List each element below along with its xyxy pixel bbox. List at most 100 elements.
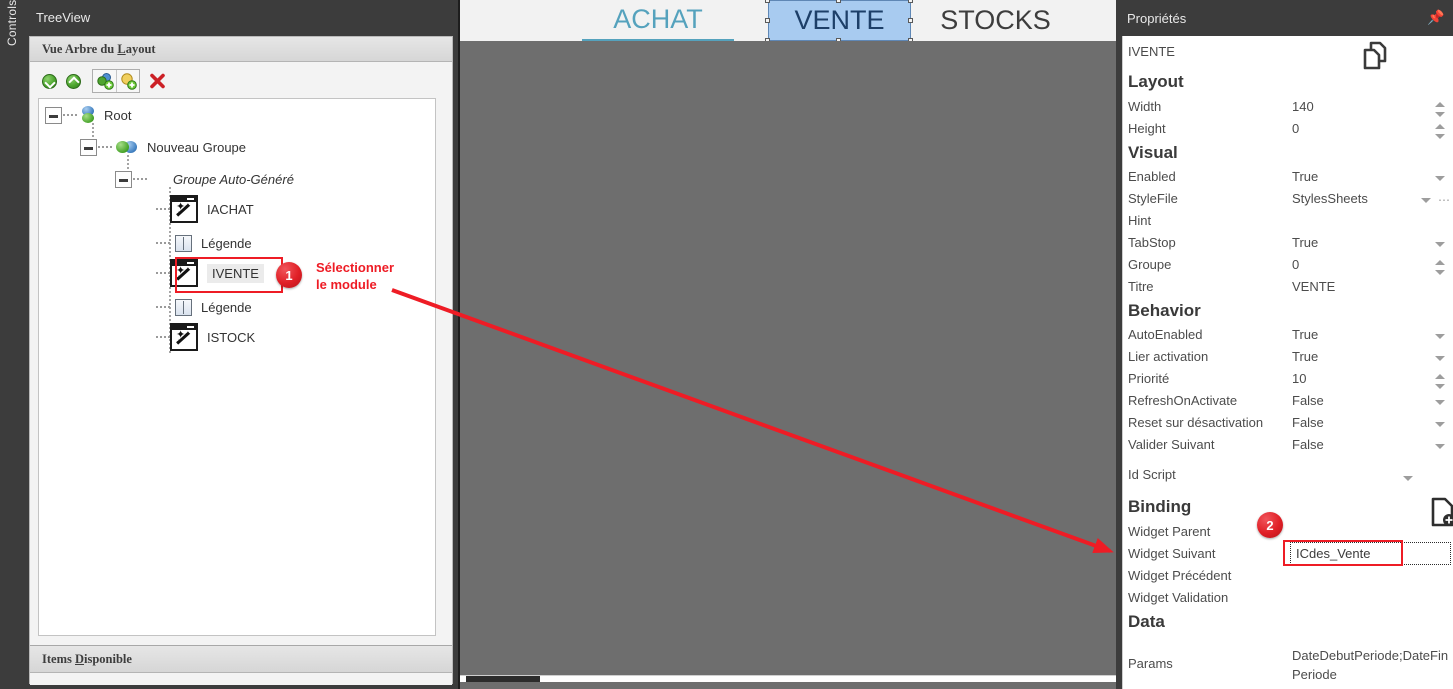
property-value[interactable]: 0 (1292, 257, 1299, 272)
add-group-button[interactable] (93, 70, 116, 92)
property-value[interactable]: False (1292, 415, 1324, 430)
chevron-down-icon[interactable] (1435, 356, 1445, 361)
spinner-control[interactable] (1435, 373, 1445, 390)
property-value[interactable]: True (1292, 349, 1318, 364)
property-row-reset-sur-desactivation[interactable]: Reset sur désactivation False (1123, 415, 1453, 437)
chevron-down-icon[interactable] (1403, 476, 1413, 481)
property-row-lier-activation[interactable]: Lier activation True (1123, 349, 1453, 371)
ellipsis-button[interactable]: ⋯ (1438, 193, 1451, 207)
tree-dash (156, 335, 170, 339)
tree-node-label: ISTOCK (207, 329, 256, 345)
callout-line-1: Sélectionner (316, 260, 395, 275)
collapse-all-button[interactable] (62, 70, 84, 92)
property-group-layout: Layout (1128, 72, 1184, 91)
property-row-widget-precedent[interactable]: Widget Précédent (1123, 568, 1453, 590)
pin-icon[interactable]: 📌 (1427, 10, 1444, 26)
property-row-height[interactable]: Height 0 (1123, 121, 1453, 143)
property-row-hint[interactable]: Hint (1123, 213, 1453, 235)
treeview-dock-panel: TreeView Vue Arbre du Layout Root Nouvea… (24, 0, 458, 689)
property-row-enabled[interactable]: Enabled True (1123, 169, 1453, 191)
property-value-line2[interactable]: Periode (1292, 667, 1337, 682)
property-value[interactable]: True (1292, 235, 1318, 250)
property-value[interactable]: 140 (1292, 99, 1314, 114)
tree-node-nouveau-groupe[interactable]: Nouveau Groupe (80, 131, 246, 163)
expander-toggle[interactable] (80, 138, 97, 156)
property-row-id-script[interactable]: Id Script (1123, 467, 1453, 489)
chevron-down-icon[interactable] (1435, 242, 1445, 247)
property-value-line1[interactable]: DateDebutPeriode;DateFin (1292, 648, 1448, 663)
selection-handle-tr[interactable] (908, 0, 913, 3)
tree-node-istock[interactable]: ✦✦✦ ISTOCK (155, 321, 255, 353)
selected-object-name: IVENTE (1128, 44, 1175, 59)
property-label: Width (1128, 99, 1162, 114)
left-tool-rail: Controls (0, 0, 24, 689)
tree-node-legende[interactable]: Légende (155, 291, 252, 323)
spinner-control[interactable] (1435, 123, 1445, 140)
tree-node-root[interactable]: Root (45, 99, 131, 131)
chevron-down-icon[interactable] (1435, 334, 1445, 339)
property-row-valider-suivant[interactable]: Valider Suivant False (1123, 437, 1453, 459)
controls-rail-label[interactable]: Controls (0, 0, 24, 120)
property-row-tabstop[interactable]: TabStop True (1123, 235, 1453, 257)
layout-tree-section: Vue Arbre du Layout (30, 37, 452, 62)
expander-toggle[interactable] (45, 106, 62, 124)
items-disponible-section: Items Disponible (30, 645, 452, 685)
tab-vente[interactable]: VENTE (768, 0, 911, 41)
tree-node-ivente[interactable]: ✦✦✦ IVENTE (155, 257, 264, 289)
property-value[interactable]: StylesSheets (1292, 191, 1368, 206)
spinner-control[interactable] (1435, 259, 1445, 276)
chevron-down-icon[interactable] (1435, 176, 1445, 181)
property-row-params[interactable]: Params DateDebutPeriode;DateFin Periode (1123, 648, 1453, 686)
property-row-stylefile[interactable]: StyleFile StylesSheets ⋯ (1123, 191, 1453, 213)
property-row-priorite[interactable]: Priorité 10 (1123, 371, 1453, 393)
property-value[interactable]: False (1292, 437, 1324, 452)
tree-node-legende[interactable]: Légende (155, 227, 252, 259)
properties-titlebar: Propriétés 📌 (1116, 0, 1453, 36)
tab-stocks[interactable]: STOCKS (918, 0, 1073, 41)
layout-header-pre: Vue Arbre du (42, 42, 118, 56)
property-row-autoenabled[interactable]: AutoEnabled True (1123, 327, 1453, 349)
selection-handle-tl[interactable] (765, 0, 770, 3)
delete-button[interactable] (146, 70, 168, 92)
items-header-post: isponible (84, 652, 132, 666)
tree-node-groupe-auto-genere[interactable]: Groupe Auto-Généré (115, 163, 294, 195)
property-row-widget-validation[interactable]: Widget Validation (1123, 590, 1453, 612)
chevron-down-icon[interactable] (1435, 444, 1445, 449)
property-value[interactable]: False (1292, 393, 1324, 408)
property-row-refreshonactivate[interactable]: RefreshOnActivate False (1123, 393, 1453, 415)
tree-node-iachat[interactable]: ✦✦✦ IACHAT (155, 193, 254, 225)
property-value[interactable]: True (1292, 327, 1318, 342)
horizontal-scrollbar[interactable] (460, 675, 1118, 682)
widget-suivant-input[interactable]: ICdes_Vente (1290, 542, 1451, 565)
new-script-document-icon[interactable] (1430, 497, 1453, 527)
selection-handle-mr[interactable] (908, 18, 913, 23)
chevron-down-icon[interactable] (1435, 400, 1445, 405)
property-label: TabStop (1128, 235, 1176, 250)
property-value[interactable]: VENTE (1292, 279, 1335, 294)
chevron-down-icon[interactable] (1421, 198, 1431, 203)
canvas-workspace[interactable] (460, 41, 1118, 682)
expand-all-button[interactable] (38, 70, 60, 92)
property-value[interactable]: 10 (1292, 371, 1306, 386)
spinner-control[interactable] (1435, 101, 1445, 118)
treeview-body: Vue Arbre du Layout Root Nouveau Groupe … (29, 36, 453, 685)
expander-toggle[interactable] (115, 170, 132, 188)
chevron-down-icon[interactable] (1435, 422, 1445, 427)
property-row-groupe[interactable]: Groupe 0 (1123, 257, 1453, 279)
property-label: Lier activation (1128, 349, 1209, 364)
selection-handle-ml[interactable] (765, 18, 770, 23)
selection-handle-tc[interactable] (836, 0, 841, 3)
property-row-width[interactable]: Width 140 (1123, 99, 1453, 121)
property-value[interactable]: True (1292, 169, 1318, 184)
property-row-titre[interactable]: Titre VENTE (1123, 279, 1453, 301)
tree-node-label: IACHAT (207, 201, 254, 217)
step-1-callout-text: Sélectionner le module (316, 259, 394, 293)
tab-achat[interactable]: ACHAT (582, 0, 734, 41)
add-item-button[interactable] (116, 70, 139, 92)
property-value[interactable]: 0 (1292, 121, 1299, 136)
legend-icon (175, 298, 192, 316)
scrollbar-thumb[interactable] (466, 676, 540, 682)
property-label: Hint (1128, 213, 1152, 228)
layout-tree-list[interactable]: Root Nouveau Groupe Groupe Auto-Généré ✦… (38, 98, 436, 636)
copy-pages-icon[interactable] (1359, 40, 1393, 74)
